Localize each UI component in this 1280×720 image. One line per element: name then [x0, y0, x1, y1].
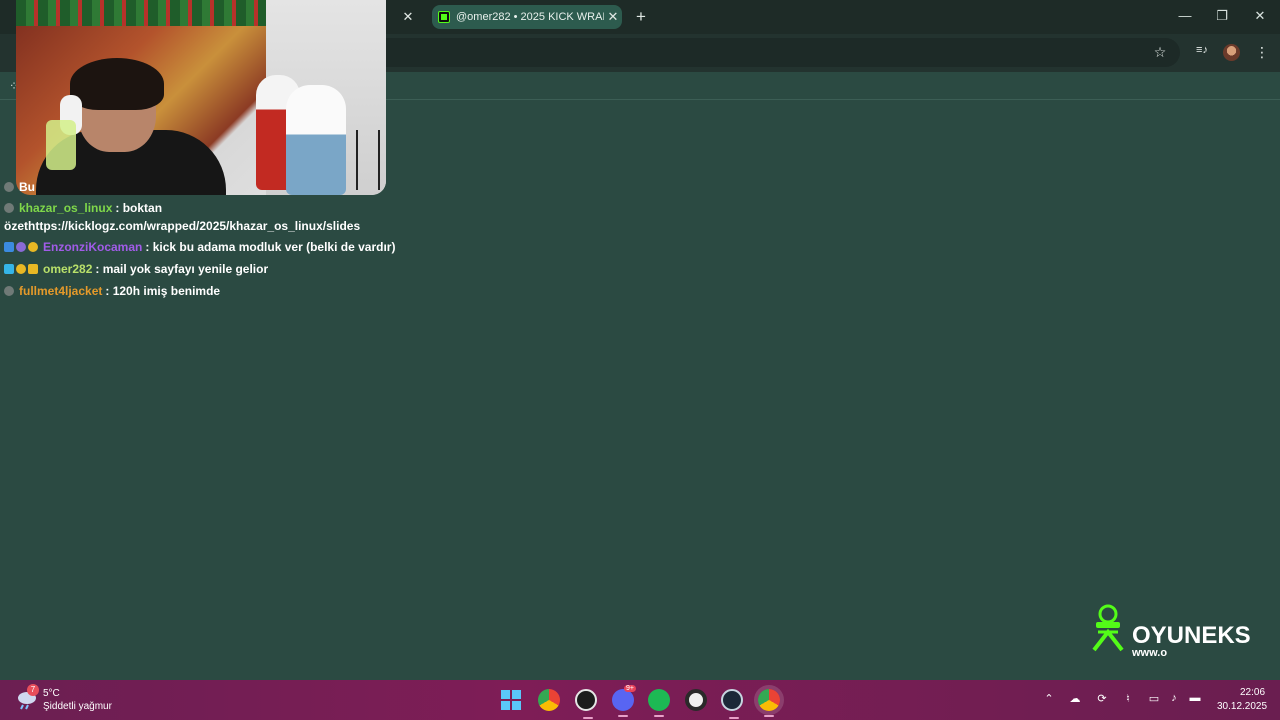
chat-text: : boktan: [115, 201, 163, 215]
weather-temperature[interactable]: 5°C: [43, 688, 60, 699]
christmas-garland: [16, 0, 266, 26]
active-tab-close-button[interactable]: ✕: [604, 9, 622, 25]
address-bar[interactable]: [380, 38, 1180, 67]
chrome-profile-icon[interactable]: [758, 689, 780, 717]
chat-username[interactable]: khazar_os_linux: [19, 201, 112, 215]
clock-date[interactable]: 30.12.2025: [1217, 701, 1267, 712]
inactive-tab-close-button[interactable]: ✕: [399, 9, 417, 25]
chat-text: : 120h imiş benimde: [105, 284, 221, 298]
windows-taskbar: [0, 680, 1280, 720]
tray-microphone-icon[interactable]: ♮: [1120, 692, 1136, 705]
chat-text: özethttps://kicklogz.com/wrapped/2025/kh…: [4, 219, 361, 233]
chat-message: EnzonziKocaman : kick bu adama modluk ve…: [4, 240, 395, 254]
subscriber-badge-icon: [16, 264, 26, 274]
profile-avatar[interactable]: [1223, 44, 1240, 61]
weather-alert-badge: 7: [27, 684, 39, 696]
tray-network-icon[interactable]: ▭: [1146, 692, 1162, 705]
watermark-brand: OYUNEKS: [1132, 622, 1251, 649]
subscriber-badge-icon: [28, 242, 38, 252]
oyuneks-logo-icon: [1092, 604, 1124, 652]
chat-partial-text: Bu: [19, 180, 35, 194]
browser-menu-icon[interactable]: ⋮: [1252, 44, 1272, 61]
streamer-hair: [70, 58, 164, 110]
kick-favicon-icon: [438, 11, 450, 23]
broadcaster-badge-icon: [4, 264, 14, 274]
chat-line-partial: Bu: [4, 180, 35, 194]
user-badge-icon: [4, 286, 14, 296]
discord-icon[interactable]: 9+: [612, 685, 636, 717]
user-badge-icon: [4, 182, 14, 192]
chat-message: khazar_os_linux : boktan: [4, 201, 162, 215]
chat-username[interactable]: omer282: [43, 262, 92, 276]
chat-username[interactable]: EnzonziKocaman: [43, 240, 142, 254]
chrome-icon[interactable]: [538, 689, 560, 711]
clock-time[interactable]: 22:06: [1240, 687, 1265, 698]
weather-description[interactable]: Şiddetli yağmur: [43, 701, 112, 712]
tripod-stand: [356, 130, 380, 190]
snow-santa-figurine: [286, 85, 346, 195]
inactive-tab[interactable]: ✕: [390, 5, 426, 29]
chat-message: omer282 : mail yok sayfayı yenile gelior: [4, 262, 268, 276]
oyuneks-watermark: OYUNEKS www.o: [1090, 604, 1260, 664]
chat-text: : mail yok sayfayı yenile gelior: [95, 262, 269, 276]
chat-message: özethttps://kicklogz.com/wrapped/2025/kh…: [4, 219, 360, 233]
steam-icon[interactable]: [721, 689, 743, 719]
tray-overflow-chevron-icon[interactable]: ⌃: [1041, 692, 1057, 705]
active-tab[interactable]: @omer282 • 2025 KICK WRAPPED ✕: [432, 5, 622, 29]
new-tab-button[interactable]: +: [632, 7, 650, 27]
media-controls-icon[interactable]: ≡♪: [1192, 44, 1212, 56]
minimize-button[interactable]: —: [1175, 8, 1195, 23]
gem-badge-icon: [16, 242, 26, 252]
close-window-button[interactable]: ✕: [1250, 8, 1270, 24]
windows-start-icon[interactable]: [500, 689, 522, 711]
restore-button[interactable]: ❐: [1212, 8, 1232, 24]
tray-battery-icon[interactable]: ▬: [1187, 692, 1203, 704]
webcam-overlay: [16, 0, 386, 195]
watermark-url: www.o: [1132, 647, 1168, 659]
spotify-icon[interactable]: [648, 689, 670, 717]
tray-cloud-icon[interactable]: ☁: [1067, 692, 1083, 705]
bookmark-star-icon[interactable]: ☆: [1150, 44, 1170, 61]
steelseries-icon[interactable]: [685, 689, 707, 711]
obs-icon[interactable]: [575, 689, 597, 719]
tray-volume-icon[interactable]: ♪: [1166, 692, 1182, 704]
moderator-badge-icon: [4, 242, 14, 252]
chat-text: : kick bu adama modluk ver (belki de var…: [145, 240, 396, 254]
chat-username[interactable]: fullmet4ljacket: [19, 284, 102, 298]
discord-notification-badge: 9+: [624, 685, 636, 692]
user-badge-icon: [4, 203, 14, 213]
active-tab-title: @omer282 • 2025 KICK WRAPPED: [456, 11, 604, 23]
gift-badge-icon: [28, 264, 38, 274]
lantern-lamp: [46, 120, 76, 170]
tray-sync-icon[interactable]: ⟳: [1094, 692, 1110, 705]
chat-message: fullmet4ljacket : 120h imiş benimde: [4, 284, 220, 298]
